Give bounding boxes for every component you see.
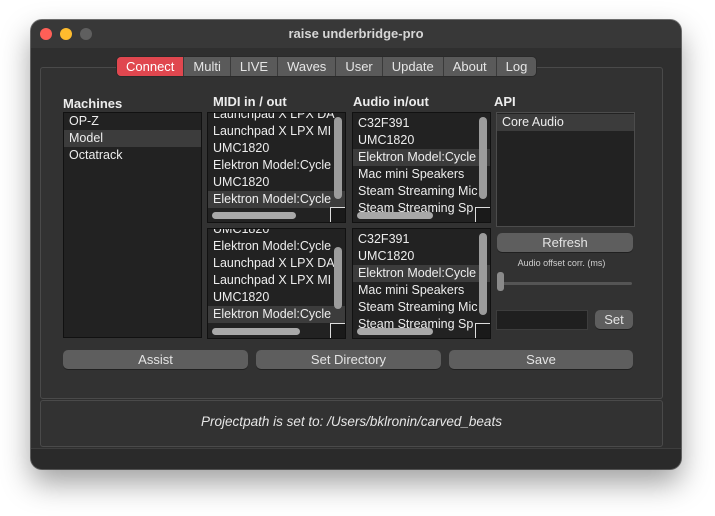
audio-offset-label: Audio offset corr. (ms) xyxy=(517,258,606,268)
audio-offset-field[interactable] xyxy=(496,310,588,330)
list-item[interactable]: Launchpad X LPX DA xyxy=(208,255,345,272)
resize-corner xyxy=(330,207,345,222)
api-list[interactable]: Core Audio xyxy=(496,112,635,227)
list-item[interactable]: UMC1820 xyxy=(208,229,345,238)
vertical-scrollbar[interactable] xyxy=(334,247,342,309)
list-item[interactable]: Elektron Model:Cycle xyxy=(208,238,345,255)
list-item[interactable]: Octatrack xyxy=(64,147,201,164)
list-item[interactable]: UMC1820 xyxy=(208,174,345,191)
audio-offset-slider-handle[interactable] xyxy=(497,272,504,291)
list-item[interactable]: UMC1820 xyxy=(353,248,490,265)
app-window: raise underbridge-pro Connect Multi LIVE… xyxy=(31,20,681,469)
horizontal-scrollbar[interactable] xyxy=(212,212,296,219)
audio-header: Audio in/out xyxy=(353,94,429,109)
tab-live[interactable]: LIVE xyxy=(231,57,279,76)
window-title: raise underbridge-pro xyxy=(288,26,424,41)
list-item[interactable]: Launchpad X LPX MI xyxy=(208,123,345,140)
bottom-bar xyxy=(31,448,681,469)
list-item[interactable]: Mac mini Speakers xyxy=(353,166,490,183)
tab-update[interactable]: Update xyxy=(383,57,444,76)
assist-button[interactable]: Assist xyxy=(63,350,248,369)
tab-connect[interactable]: Connect xyxy=(117,57,185,76)
tab-multi[interactable]: Multi xyxy=(184,57,231,76)
set-button[interactable]: Set xyxy=(595,310,633,329)
horizontal-scrollbar[interactable] xyxy=(357,212,433,219)
list-item[interactable]: C32F391 xyxy=(353,115,490,132)
audio-offset-slider-track[interactable] xyxy=(500,282,632,285)
list-item[interactable]: UMC1820 xyxy=(353,132,490,149)
list-item[interactable]: Core Audio xyxy=(497,114,634,131)
vertical-scrollbar[interactable] xyxy=(479,233,487,315)
midi-in-list[interactable]: Launchpad X LPX DA Launchpad X LPX MI UM… xyxy=(207,112,346,223)
vertical-scrollbar[interactable] xyxy=(334,117,342,199)
list-item[interactable]: Elektron Model:Cycle xyxy=(353,149,490,166)
vertical-scrollbar[interactable] xyxy=(479,117,487,199)
tab-about[interactable]: About xyxy=(444,57,497,76)
list-item[interactable]: Model xyxy=(64,130,201,147)
list-item[interactable]: Steam Streaming Mic xyxy=(353,299,490,316)
save-button[interactable]: Save xyxy=(449,350,633,369)
horizontal-scrollbar[interactable] xyxy=(357,328,433,335)
api-header: API xyxy=(494,94,516,109)
midi-header: MIDI in / out xyxy=(213,94,287,109)
list-item[interactable]: UMC1820 xyxy=(208,289,345,306)
list-item[interactable]: UMC1820 xyxy=(208,140,345,157)
tab-waves[interactable]: Waves xyxy=(278,57,337,76)
list-item[interactable]: Mac mini Speakers xyxy=(353,282,490,299)
midi-out-list[interactable]: UMC1820 Elektron Model:Cycle Launchpad X… xyxy=(207,228,346,339)
title-bar: raise underbridge-pro xyxy=(31,20,681,48)
machines-header: Machines xyxy=(63,96,123,111)
refresh-button[interactable]: Refresh xyxy=(497,233,633,252)
list-item[interactable]: Steam Streaming Mic xyxy=(353,183,490,200)
set-directory-button[interactable]: Set Directory xyxy=(256,350,441,369)
audio-in-list[interactable]: C32F391 UMC1820 Elektron Model:Cycle Mac… xyxy=(352,112,491,223)
machines-list[interactable]: OP-Z Model Octatrack xyxy=(63,112,202,338)
list-item[interactable]: Elektron Model:Cycle xyxy=(208,157,345,174)
list-item[interactable]: Launchpad X LPX DA xyxy=(208,113,345,123)
resize-corner xyxy=(330,323,345,338)
horizontal-scrollbar[interactable] xyxy=(212,328,300,335)
list-item[interactable]: Launchpad X LPX MI xyxy=(208,272,345,289)
project-path-text: Projectpath is set to: /Users/bklronin/c… xyxy=(201,414,502,429)
list-item[interactable]: C32F391 xyxy=(353,231,490,248)
resize-corner xyxy=(475,323,490,338)
tab-log[interactable]: Log xyxy=(497,57,537,76)
list-item[interactable]: OP-Z xyxy=(64,113,201,130)
resize-corner xyxy=(475,207,490,222)
list-item[interactable]: Elektron Model:Cycle xyxy=(353,265,490,282)
list-item[interactable]: Elektron Model:Cycle xyxy=(208,191,345,208)
list-item[interactable]: Elektron Model:Cycle xyxy=(208,306,345,323)
tab-user[interactable]: User xyxy=(336,57,383,76)
audio-out-list[interactable]: C32F391 UMC1820 Elektron Model:Cycle Mac… xyxy=(352,228,491,339)
status-panel: Projectpath is set to: /Users/bklronin/c… xyxy=(40,400,663,447)
tab-bar: Connect Multi LIVE Waves User Update Abo… xyxy=(117,57,537,76)
